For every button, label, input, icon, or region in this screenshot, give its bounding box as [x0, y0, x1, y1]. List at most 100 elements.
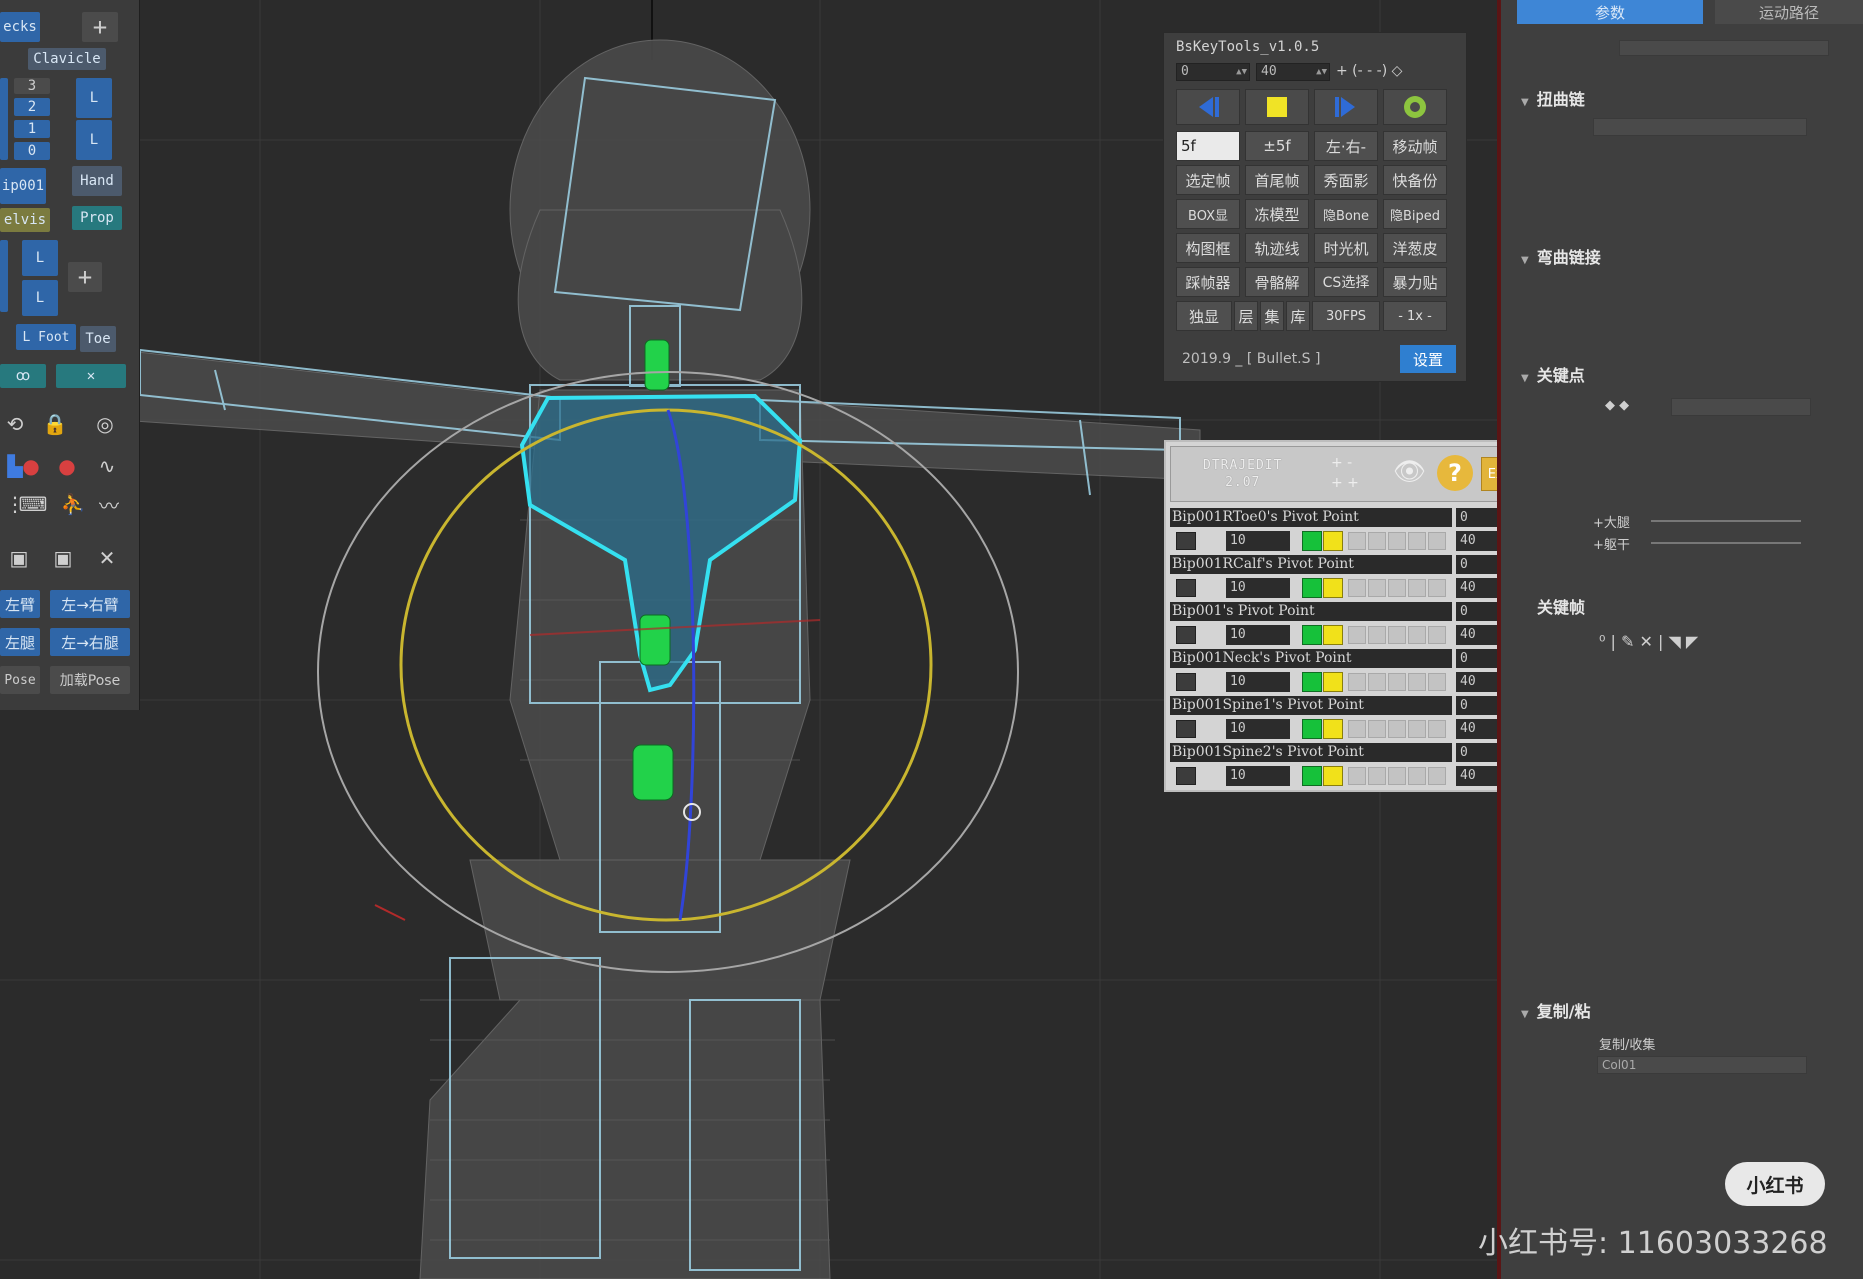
- traj-row-checkbox[interactable]: [1176, 532, 1196, 550]
- leg-mirror-button[interactable]: 左→右腿: [50, 628, 130, 656]
- key-nav-arrows-icon[interactable]: ◆ ◆: [1605, 398, 1629, 413]
- bip001-button[interactable]: ip001: [0, 168, 46, 204]
- calf-l-button[interactable]: L: [22, 280, 58, 316]
- l-foot-button[interactable]: L Foot: [16, 324, 76, 350]
- left-leg-button[interactable]: 左腿: [0, 628, 40, 656]
- traj-row-frame[interactable]: 10: [1226, 531, 1290, 551]
- clavicle-button[interactable]: Clavicle: [28, 48, 106, 70]
- traj-toggle-icon[interactable]: [1348, 720, 1366, 738]
- hide-bone-button[interactable]: 隐Bone: [1314, 199, 1378, 229]
- traj-row-checkbox[interactable]: [1176, 579, 1196, 597]
- symmetry-icon[interactable]: ✕: [56, 364, 126, 388]
- camera-icon[interactable]: [1388, 673, 1406, 691]
- help-icon[interactable]: ?: [1437, 455, 1473, 491]
- eye-icon[interactable]: 👁: [1393, 457, 1429, 493]
- rotate-icon[interactable]: ⟲: [0, 410, 30, 438]
- hide-biped-button[interactable]: 隐Biped: [1383, 199, 1447, 229]
- traj-color-green[interactable]: [1302, 625, 1322, 645]
- traj-toggle-icon[interactable]: [1368, 579, 1386, 597]
- tab-parameters[interactable]: 参数: [1517, 0, 1703, 24]
- force-paste-button[interactable]: 暴力贴: [1383, 267, 1447, 297]
- freeze-model-button[interactable]: 冻模型: [1245, 199, 1309, 229]
- necks-button[interactable]: ecks: [0, 12, 40, 42]
- traj-color-green[interactable]: [1302, 578, 1322, 598]
- rollout-copy-paste[interactable]: ▼ 复制/粘: [1521, 998, 1591, 1022]
- selected-frames-button[interactable]: 选定帧: [1176, 165, 1240, 195]
- spine-2-button[interactable]: 2: [14, 98, 50, 116]
- add-leg-button[interactable]: +: [68, 262, 102, 292]
- traj-toggle-icon[interactable]: [1368, 673, 1386, 691]
- page-icon[interactable]: [1428, 767, 1446, 785]
- move-frame-button[interactable]: 移动帧: [1383, 131, 1447, 161]
- onion-skin-button[interactable]: 洋葱皮: [1383, 233, 1447, 263]
- link-icon[interactable]: [1408, 579, 1426, 597]
- traj-row-checkbox[interactable]: [1176, 626, 1196, 644]
- range-controls[interactable]: + (- - -) ◇: [1336, 63, 1402, 79]
- link-icon[interactable]: [1408, 532, 1426, 550]
- bone-solve-button[interactable]: 骨骼解: [1245, 267, 1309, 297]
- traj-row-checkbox[interactable]: [1176, 767, 1196, 785]
- keyboard-icon[interactable]: ⌨: [18, 490, 48, 518]
- traj-row-frame[interactable]: 10: [1226, 578, 1290, 598]
- link-icon[interactable]: [1408, 720, 1426, 738]
- traj-toggle-icon[interactable]: [1368, 626, 1386, 644]
- traj-color-yellow[interactable]: [1323, 766, 1343, 786]
- traj-toggle-icon[interactable]: [1368, 720, 1386, 738]
- quick-backup-button[interactable]: 快备份: [1383, 165, 1447, 195]
- rollout-keyframes[interactable]: 关键帧: [1537, 594, 1585, 618]
- add-button[interactable]: +: [82, 12, 118, 42]
- traj-row-frame[interactable]: 10: [1226, 625, 1290, 645]
- pelvis-button[interactable]: elvis: [0, 208, 50, 232]
- traj-color-green[interactable]: [1302, 672, 1322, 692]
- rollout-key-points[interactable]: ▼ 关键点: [1521, 362, 1585, 386]
- stop-button[interactable]: [1245, 89, 1309, 125]
- spine-1-button[interactable]: 1: [14, 120, 50, 138]
- traj-row-name[interactable]: Bip001RToe0's Pivot Point: [1170, 508, 1452, 527]
- toe-button[interactable]: Toe: [80, 326, 116, 352]
- traj-row-name[interactable]: Bip001Spine1's Pivot Point: [1170, 696, 1452, 715]
- wave-icon[interactable]: 〰: [94, 490, 124, 518]
- traj-color-yellow[interactable]: [1323, 578, 1343, 598]
- start-frame-spinner[interactable]: 0 ▲▼: [1176, 63, 1250, 81]
- add-remove-icon[interactable]: + - + +: [1331, 453, 1371, 497]
- traj-color-green[interactable]: [1302, 531, 1322, 551]
- faded-dropdown[interactable]: [1593, 118, 1807, 136]
- traj-toggle-icon[interactable]: [1348, 673, 1366, 691]
- speed-button[interactable]: - 1x -: [1383, 301, 1447, 331]
- pose-button[interactable]: Pose: [0, 666, 40, 694]
- upper-arm-l-button[interactable]: L: [76, 78, 112, 118]
- hand-button[interactable]: Hand: [72, 166, 122, 196]
- trajectory-button[interactable]: 轨迹线: [1245, 233, 1309, 263]
- arm-mirror-button[interactable]: 左→右臂: [50, 590, 130, 618]
- page-icon[interactable]: [1428, 579, 1446, 597]
- page-icon[interactable]: [1428, 626, 1446, 644]
- keyframe-tools-icons[interactable]: ⁰ | ✎ ✕ | ◥ ◤: [1599, 632, 1698, 651]
- forearm-l-button[interactable]: L: [76, 120, 112, 160]
- traj-row-name[interactable]: Bip001's Pivot Point: [1170, 602, 1452, 621]
- camera-icon[interactable]: [1388, 720, 1406, 738]
- traj-row-name[interactable]: Bip001RCalf's Pivot Point: [1170, 555, 1452, 574]
- traj-color-yellow[interactable]: [1323, 531, 1343, 551]
- spine-3-button[interactable]: 3: [14, 78, 50, 94]
- rollout-twist-links[interactable]: ▼ 扭曲链: [1521, 86, 1585, 110]
- plus-minus-5f-button[interactable]: ±5f: [1245, 131, 1309, 161]
- set-button[interactable]: 集: [1260, 301, 1284, 331]
- traj-color-green[interactable]: [1302, 766, 1322, 786]
- curve-icon[interactable]: ∿: [92, 452, 122, 480]
- camera-icon[interactable]: [1388, 626, 1406, 644]
- frame-stepper-button[interactable]: 踩帧器: [1176, 267, 1240, 297]
- sliding-key-icon[interactable]: ●: [52, 452, 82, 480]
- traj-toggle-icon[interactable]: [1348, 767, 1366, 785]
- layer-button[interactable]: 层: [1234, 301, 1258, 331]
- load-pose-button[interactable]: 加载Pose: [50, 666, 130, 694]
- cs-select-button[interactable]: CS选择: [1314, 267, 1378, 297]
- box-display-button[interactable]: BOX显: [1176, 199, 1240, 229]
- traj-toggle-icon[interactable]: [1348, 532, 1366, 550]
- first-last-frame-button[interactable]: 首尾帧: [1245, 165, 1309, 195]
- paste-opposite-icon[interactable]: ✕: [92, 544, 122, 572]
- figure-mode-icon[interactable]: ⛹: [58, 490, 88, 518]
- time-machine-button[interactable]: 时光机: [1314, 233, 1378, 263]
- traj-color-yellow[interactable]: [1323, 625, 1343, 645]
- traj-row-frame[interactable]: 10: [1226, 719, 1290, 739]
- next-key-button[interactable]: [1314, 89, 1378, 125]
